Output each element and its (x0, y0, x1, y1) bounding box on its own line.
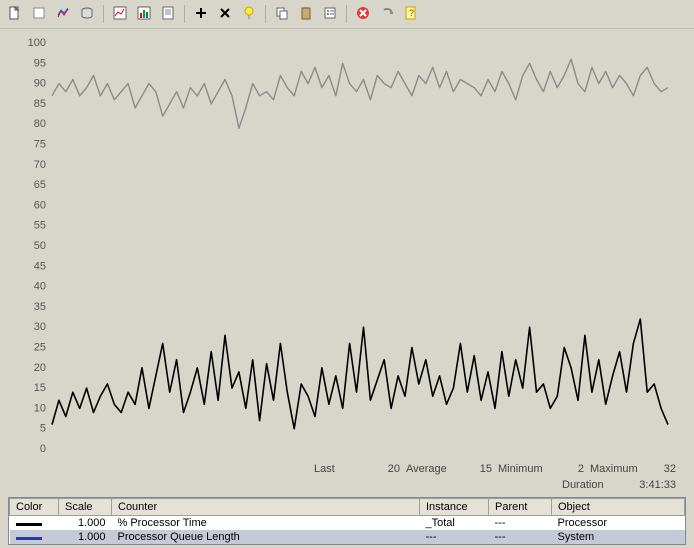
last-value: 20 (368, 463, 400, 475)
table-row[interactable]: 1.000Processor Queue Length------System (10, 530, 685, 544)
delete-icon (218, 6, 232, 23)
view-chart-icon (113, 6, 127, 23)
help-icon: ? (404, 6, 418, 23)
svg-text:5: 5 (40, 423, 46, 435)
line-chart: 0 5 10 15 20 25 30 35 40 45 50 55 60 65 70 75 80 85 90 95 10… (8, 37, 678, 457)
view-current-icon (56, 6, 70, 23)
cell-instance: --- (420, 530, 489, 544)
stats-bar-2: Duration 3:41:33 (0, 477, 694, 493)
cell-color (10, 516, 59, 531)
svg-text:80: 80 (34, 118, 46, 130)
average-value: 15 (460, 463, 492, 475)
properties-icon (323, 6, 337, 23)
duration-label: Duration (562, 479, 610, 491)
paste-button[interactable] (295, 3, 317, 25)
cell-counter: Processor Queue Length (112, 530, 420, 544)
highlight-button[interactable] (238, 3, 260, 25)
new-counter-set-icon (8, 6, 22, 23)
paste-icon (299, 6, 313, 23)
svg-text:90: 90 (34, 78, 46, 90)
table-header-row: Color Scale Counter Instance Parent Obje… (10, 499, 685, 516)
svg-text:10: 10 (34, 402, 46, 414)
header-scale[interactable]: Scale (59, 499, 112, 516)
new-counter-set-button[interactable] (4, 3, 26, 25)
clear-button[interactable] (28, 3, 50, 25)
header-counter[interactable]: Counter (112, 499, 420, 516)
view-histogram-icon (137, 6, 151, 23)
minimum-label: Minimum (498, 463, 546, 475)
svg-text:85: 85 (34, 98, 46, 110)
counter-table: Color Scale Counter Instance Parent Obje… (8, 497, 686, 545)
svg-text:35: 35 (34, 301, 46, 313)
update-icon (380, 6, 394, 23)
header-instance[interactable]: Instance (420, 499, 489, 516)
cell-object: Processor (552, 516, 685, 531)
view-report-button[interactable] (157, 3, 179, 25)
cell-color (10, 530, 59, 544)
view-histogram-button[interactable] (133, 3, 155, 25)
cell-object: System (552, 530, 685, 544)
minimum-value: 2 (552, 463, 584, 475)
cell-counter: % Processor Time (112, 516, 420, 531)
svg-text:0: 0 (40, 443, 46, 455)
svg-text:25: 25 (34, 342, 46, 354)
freeze-button[interactable] (352, 3, 374, 25)
view-report-icon (161, 6, 175, 23)
add-icon (194, 6, 208, 23)
svg-text:100: 100 (28, 37, 46, 49)
help-button[interactable]: ? (400, 3, 422, 25)
cell-parent: --- (489, 516, 552, 531)
svg-text:95: 95 (34, 57, 46, 69)
update-button[interactable] (376, 3, 398, 25)
average-label: Average (406, 463, 454, 475)
view-log-button[interactable] (76, 3, 98, 25)
freeze-icon (356, 6, 370, 23)
svg-text:70: 70 (34, 159, 46, 171)
header-color[interactable]: Color (10, 499, 59, 516)
svg-text:30: 30 (34, 321, 46, 333)
view-log-icon (80, 6, 94, 23)
svg-text:?: ? (409, 8, 414, 18)
header-parent[interactable]: Parent (489, 499, 552, 516)
svg-text:50: 50 (34, 240, 46, 252)
delete-button[interactable] (214, 3, 236, 25)
cell-instance: _Total (420, 516, 489, 531)
copy-button[interactable] (271, 3, 293, 25)
svg-text:45: 45 (34, 260, 46, 272)
toolbar: ? (0, 0, 694, 29)
svg-text:55: 55 (34, 220, 46, 232)
svg-text:20: 20 (34, 362, 46, 374)
svg-text:65: 65 (34, 179, 46, 191)
svg-text:40: 40 (34, 281, 46, 293)
stats-bar: Last 20 Average 15 Minimum 2 Maximum 32 (0, 461, 694, 477)
chart-area: 0 5 10 15 20 25 30 35 40 45 50 55 60 65 70 75 80 85 90 95 10… (0, 29, 694, 461)
svg-text:75: 75 (34, 139, 46, 151)
svg-text:15: 15 (34, 382, 46, 394)
view-current-button[interactable] (52, 3, 74, 25)
copy-icon (275, 6, 289, 23)
maximum-label: Maximum (590, 463, 638, 475)
add-button[interactable] (190, 3, 212, 25)
view-chart-button[interactable] (109, 3, 131, 25)
cell-parent: --- (489, 530, 552, 544)
properties-button[interactable] (319, 3, 341, 25)
highlight-icon (242, 6, 256, 23)
svg-text:60: 60 (34, 199, 46, 211)
duration-value: 3:41:33 (616, 479, 676, 491)
cell-scale: 1.000 (59, 516, 112, 531)
cell-scale: 1.000 (59, 530, 112, 544)
last-label: Last (314, 463, 362, 475)
clear-icon (32, 6, 46, 23)
table-row[interactable]: 1.000% Processor Time_Total---Processor (10, 516, 685, 531)
maximum-value: 32 (644, 463, 676, 475)
header-object[interactable]: Object (552, 499, 685, 516)
